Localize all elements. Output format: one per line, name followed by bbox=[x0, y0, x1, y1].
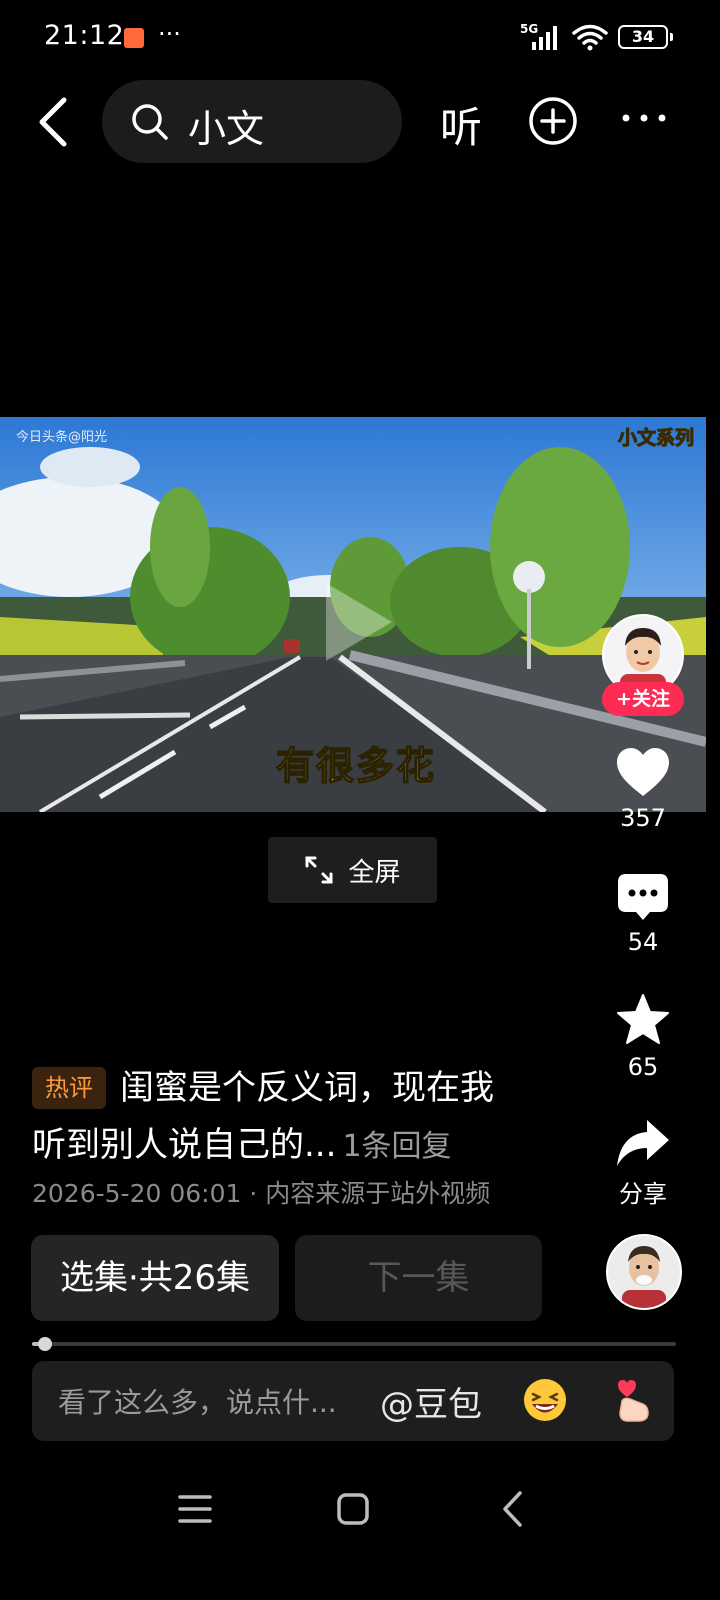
menu-icon[interactable] bbox=[178, 1494, 212, 1524]
comment-input[interactable]: 看了这么多，说点什... @豆包 bbox=[32, 1361, 674, 1441]
like-action[interactable]: 357 bbox=[600, 746, 686, 832]
share-icon bbox=[617, 1120, 669, 1166]
follow-button[interactable]: +关注 bbox=[602, 682, 684, 716]
share-action[interactable]: 分享 bbox=[600, 1118, 686, 1209]
video-caption: 有很多花 bbox=[275, 743, 437, 789]
play-icon[interactable] bbox=[322, 579, 396, 665]
favorite-count: 65 bbox=[627, 1053, 659, 1081]
more-notifications-icon: ··· bbox=[158, 20, 181, 48]
search-bar[interactable]: 小文 bbox=[102, 80, 402, 163]
network-type: 5G bbox=[520, 22, 539, 36]
status-bar: 21:12 ··· 5G 34 bbox=[0, 0, 720, 76]
fullscreen-label: 全屏 bbox=[348, 857, 401, 888]
finger-heart-icon[interactable] bbox=[608, 1377, 654, 1423]
status-indicators: 5G 34 bbox=[520, 22, 673, 52]
reply-count[interactable]: 1条回复 bbox=[342, 1129, 451, 1164]
comment-count: 54 bbox=[627, 928, 659, 956]
star-icon bbox=[617, 994, 669, 1044]
home-icon[interactable] bbox=[336, 1492, 370, 1526]
video-progress-bar[interactable] bbox=[32, 1337, 676, 1351]
search-query: 小文 bbox=[188, 107, 265, 151]
comment-placeholder: 看了这么多，说点什... bbox=[58, 1386, 337, 1419]
listen-button[interactable]: 听 bbox=[440, 94, 482, 155]
nav-back-icon[interactable] bbox=[500, 1490, 526, 1528]
comment-icon bbox=[618, 874, 668, 920]
comment-action[interactable]: 54 bbox=[600, 872, 686, 956]
system-navigation-bar bbox=[0, 1470, 720, 1550]
battery-icon: 34 bbox=[618, 25, 673, 49]
heart-icon bbox=[617, 748, 669, 796]
mention-doubao-button[interactable]: @豆包 bbox=[380, 1377, 482, 1426]
hot-comment-badge: 热评 bbox=[32, 1067, 106, 1109]
favorite-action[interactable]: 65 bbox=[600, 993, 686, 1081]
more-icon[interactable] bbox=[620, 108, 668, 128]
like-count: 357 bbox=[620, 804, 666, 832]
content-source: 内容来源于站外视频 bbox=[265, 1179, 491, 1208]
expand-icon bbox=[305, 856, 333, 884]
hot-comment-text-continued: 听到别人说自己的... bbox=[32, 1125, 337, 1165]
user-avatar-image bbox=[608, 1236, 680, 1308]
user-avatar[interactable] bbox=[606, 1234, 682, 1310]
fullscreen-button[interactable]: 全屏 bbox=[268, 837, 437, 903]
episode-select-button[interactable]: 选集·共26集 bbox=[31, 1235, 279, 1321]
search-icon bbox=[132, 104, 168, 140]
video-meta: 2026-5-20 06:01 · 内容来源于站外视频 bbox=[32, 1174, 490, 1210]
publish-date: 2026-5-20 06:01 bbox=[32, 1179, 242, 1208]
meta-separator: · bbox=[241, 1179, 266, 1208]
series-badge: 小文系列 bbox=[617, 427, 694, 450]
wifi-icon bbox=[572, 24, 608, 51]
status-time: 21:12 bbox=[44, 20, 125, 51]
video-watermark: 今日头条@阳光 bbox=[16, 430, 108, 445]
next-episode-button[interactable]: 下一集 bbox=[295, 1235, 542, 1321]
back-icon[interactable] bbox=[32, 96, 76, 148]
plus-circle-icon[interactable] bbox=[528, 96, 578, 146]
notification-icon bbox=[124, 28, 144, 48]
laugh-emoji-icon[interactable] bbox=[522, 1377, 568, 1423]
hot-comment-text-line1[interactable]: 闺蜜是个反义词，现在我 bbox=[120, 1064, 494, 1112]
hot-comment-text-line2[interactable]: 听到别人说自己的... 1条回复 bbox=[32, 1121, 452, 1171]
share-label: 分享 bbox=[619, 1180, 667, 1208]
progress-thumb[interactable] bbox=[37, 1337, 52, 1351]
